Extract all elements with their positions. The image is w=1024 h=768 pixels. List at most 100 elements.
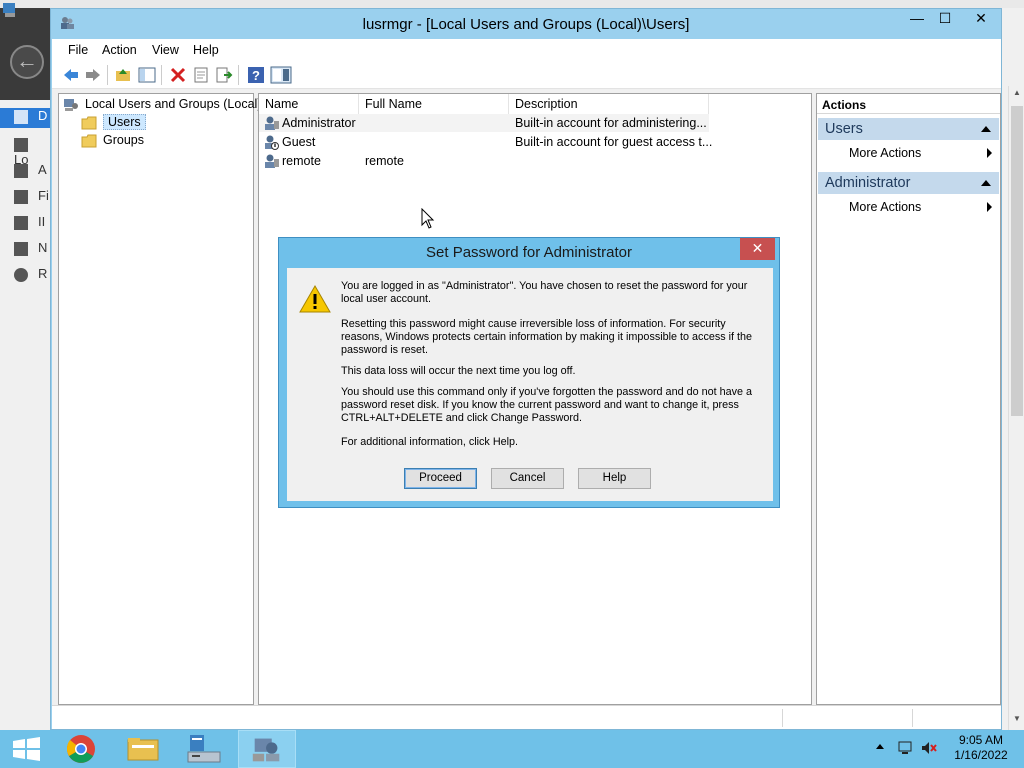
minimize-button[interactable]: — xyxy=(903,9,931,29)
forward-arrow-icon[interactable] xyxy=(84,66,102,84)
dialog-paragraph-5: For additional information, click Help. xyxy=(341,436,519,448)
sidebar-item-remote[interactable]: R xyxy=(14,266,50,286)
window-title: lusrmgr - [Local Users and Groups (Local… xyxy=(362,16,690,33)
more-actions-users[interactable]: More Actions xyxy=(849,146,921,160)
collapse-icon[interactable] xyxy=(981,126,991,132)
taskbar-clock[interactable]: 9:05 AM 1/16/2022 xyxy=(946,733,1016,763)
toolbar-separator xyxy=(161,65,162,85)
maximize-icon: ☐ xyxy=(938,10,952,26)
dialog-body: You are logged in as "Administrator". Yo… xyxy=(287,268,773,501)
tree-item-label: Groups xyxy=(103,133,144,147)
back-arrow-icon[interactable] xyxy=(62,66,80,84)
toolbar: ? xyxy=(52,61,1001,89)
menu-action[interactable]: Action xyxy=(102,43,137,57)
scroll-thumb[interactable] xyxy=(1011,106,1023,416)
dialog-paragraph-2: Resetting this password might cause irre… xyxy=(341,318,753,356)
npas-icon xyxy=(14,241,28,256)
svg-text:?: ? xyxy=(252,68,260,83)
servers-icon xyxy=(14,163,28,178)
window-titlebar[interactable]: lusrmgr - [Local Users and Groups (Local… xyxy=(51,9,1001,39)
dialog-close-button[interactable]: ✕ xyxy=(740,238,775,260)
sidebar-item-dashboard[interactable]: D xyxy=(0,108,50,128)
scroll-up-icon[interactable]: ▲ xyxy=(1011,88,1023,102)
column-header-description[interactable]: Description xyxy=(509,94,709,114)
help-button[interactable]: Help xyxy=(578,468,651,489)
submenu-arrow-icon xyxy=(987,148,992,158)
cancel-button[interactable]: Cancel xyxy=(491,468,564,489)
export-list-icon[interactable] xyxy=(215,66,233,84)
actions-section-administrator[interactable]: Administrator xyxy=(818,172,999,194)
submenu-arrow-icon xyxy=(987,202,992,212)
table-row[interactable]: remote remote xyxy=(259,152,811,170)
user-icon xyxy=(265,116,279,130)
help-icon[interactable]: ? xyxy=(247,66,265,84)
menu-bar: File Action View Help xyxy=(52,39,1001,61)
row-description: Built-in account for administering... xyxy=(515,116,707,130)
sidebar-item-file[interactable]: Fi xyxy=(14,188,50,208)
clock-date: 1/16/2022 xyxy=(954,748,1008,762)
show-hidden-icons-icon[interactable] xyxy=(876,744,884,749)
show-action-pane-icon[interactable] xyxy=(270,66,292,84)
menu-help[interactable]: Help xyxy=(193,43,219,57)
network-icon[interactable] xyxy=(897,740,915,756)
toolbar-separator xyxy=(238,65,239,85)
proceed-button[interactable]: Proceed xyxy=(404,468,477,489)
taskbar: 9:05 AM 1/16/2022 xyxy=(0,730,1024,768)
start-button[interactable] xyxy=(0,730,58,768)
tree-item-groups[interactable]: Groups xyxy=(81,133,144,151)
toolbar-separator xyxy=(107,65,108,85)
show-hide-tree-icon[interactable] xyxy=(138,66,156,84)
sidebar-item-local[interactable]: Lo xyxy=(14,136,50,167)
tree-root[interactable]: Local Users and Groups (Local) xyxy=(63,97,261,115)
user-icon xyxy=(265,154,279,168)
delete-icon[interactable] xyxy=(169,66,187,84)
remote-access-icon xyxy=(14,267,28,282)
server-manager-scrollbar[interactable]: ▲ ▼ xyxy=(1008,86,1024,730)
menu-view[interactable]: View xyxy=(152,43,179,57)
row-name: Guest xyxy=(282,135,316,149)
up-folder-icon[interactable] xyxy=(114,66,132,84)
minimize-icon: — xyxy=(910,10,924,26)
actions-section-title: Administrator xyxy=(825,175,911,191)
set-password-dialog: Set Password for Administrator ✕ You are… xyxy=(278,237,780,508)
dialog-paragraph-1: You are logged in as "Administrator". Yo… xyxy=(341,280,748,305)
computer-users-icon xyxy=(64,98,78,111)
server-manager-titlebar xyxy=(0,0,1024,8)
table-row[interactable]: Administrator Built-in account for admin… xyxy=(259,114,709,132)
status-bar xyxy=(52,705,1001,729)
sidebar-item-iis[interactable]: II xyxy=(14,214,50,234)
tree-item-label: Users xyxy=(103,114,146,130)
menu-file[interactable]: File xyxy=(68,43,88,57)
dashboard-icon xyxy=(14,109,28,124)
sidebar-item-all-servers[interactable]: A xyxy=(14,162,50,182)
scroll-down-icon[interactable]: ▼ xyxy=(1011,714,1023,728)
iis-icon xyxy=(14,215,28,230)
back-arrow-icon[interactable]: ← xyxy=(10,45,44,79)
close-icon: ✕ xyxy=(975,10,987,26)
mouse-cursor-icon xyxy=(421,208,435,229)
more-actions-administrator[interactable]: More Actions xyxy=(849,200,921,214)
tree-root-label: Local Users and Groups (Local) xyxy=(85,97,262,111)
lusrmgr-taskbar-button[interactable] xyxy=(238,730,296,768)
chrome-taskbar-button[interactable] xyxy=(52,730,110,768)
status-cell xyxy=(782,709,783,727)
dialog-paragraph-3: This data loss will occur the next time … xyxy=(341,365,576,377)
server-manager-taskbar-button[interactable] xyxy=(176,730,234,768)
actions-pane: Actions Users More Actions Administrator… xyxy=(816,93,1001,705)
maximize-button[interactable]: ☐ xyxy=(931,9,959,29)
table-row[interactable]: Guest Built-in account for guest access … xyxy=(259,133,811,151)
column-header-name[interactable]: Name xyxy=(259,94,359,114)
column-header-full-name[interactable]: Full Name xyxy=(359,94,509,114)
volume-muted-icon[interactable] xyxy=(920,740,938,756)
user-disabled-icon xyxy=(265,135,279,150)
tree-item-users[interactable]: Users xyxy=(81,114,146,133)
sidebar-item-npas[interactable]: N xyxy=(14,240,50,260)
collapse-icon[interactable] xyxy=(981,180,991,186)
status-cell xyxy=(912,709,913,727)
file-explorer-taskbar-button[interactable] xyxy=(114,730,172,768)
properties-icon[interactable] xyxy=(192,66,210,84)
tree-pane: Local Users and Groups (Local) Users Gro… xyxy=(58,93,261,705)
close-button[interactable]: ✕ xyxy=(959,9,1003,29)
actions-section-users[interactable]: Users xyxy=(818,118,999,140)
server-icon xyxy=(14,137,28,152)
